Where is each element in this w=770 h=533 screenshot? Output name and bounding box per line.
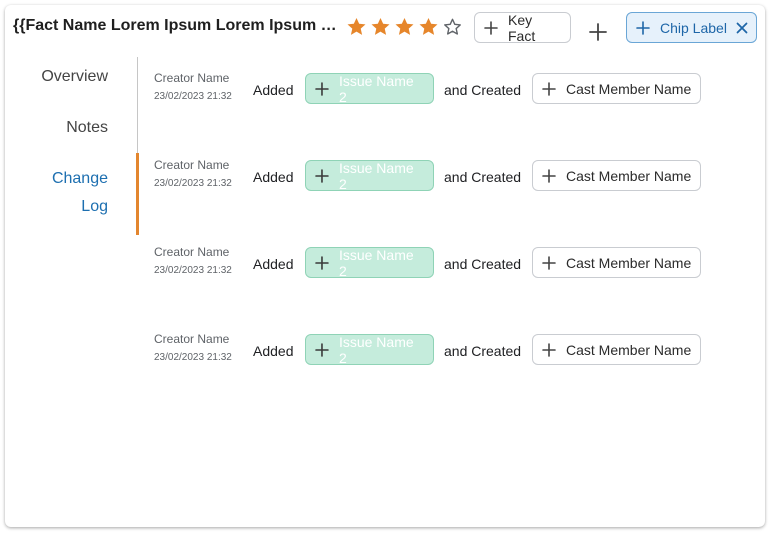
entry-timestamp: 23/02/2023 21:32 [154,352,232,363]
issue-name: Issue Name 2 [338,159,414,192]
action-text: Added [253,256,294,272]
cast-member-name: Cast Member Name [566,80,692,97]
creator-name: Creator Name [154,158,230,172]
side-nav: Overview Notes Change Log [5,51,140,241]
plus-icon [542,81,556,96]
connector-text: and Created [444,82,522,98]
cast-member-name: Cast Member Name [566,254,692,271]
nav-item-overview[interactable]: Overview [41,63,108,91]
plus-icon [636,20,650,35]
star-empty-icon[interactable] [441,16,464,38]
cast-member-button[interactable]: Cast Member Name [532,334,701,365]
star-rating[interactable] [345,16,464,38]
connector-text: and Created [444,169,522,185]
issue-chip[interactable]: Issue Name 2 [305,72,434,105]
action-text: Added [253,169,294,185]
fact-card: {{Fact Name Lorem Ipsum Lorem Ipsum Lore… [5,5,765,527]
creator-name: Creator Name [154,71,230,85]
creator-name: Creator Name [154,332,230,346]
chip[interactable]: Chip Label [626,12,757,43]
fact-title: {{Fact Name Lorem Ipsum Lorem Ipsum Lore… [13,17,338,34]
plus-icon [315,342,329,357]
plus-icon [542,168,556,183]
plus-icon [542,255,556,270]
entry-timestamp: 23/02/2023 21:32 [154,265,232,276]
key-fact-button[interactable]: Key Fact [474,11,571,44]
entry-timestamp: 23/02/2023 21:32 [154,178,232,189]
cast-member-name: Cast Member Name [566,341,692,358]
cast-member-name: Cast Member Name [566,167,692,184]
key-fact-label: Key Fact [508,11,536,44]
nav-item-notes[interactable]: Notes [66,114,108,142]
add-button[interactable] [588,22,608,42]
star-filled-icon[interactable] [369,16,392,38]
nav-item-change-log[interactable]: Change Log [48,165,108,221]
action-text: Added [253,82,294,98]
issue-chip[interactable]: Issue Name 2 [305,246,434,279]
card-header: {{Fact Name Lorem Ipsum Lorem Ipsum Lore… [5,5,765,51]
plus-icon [315,81,329,96]
issue-name: Issue Name 2 [338,246,414,279]
log-entry: Creator Name 23/02/2023 21:32 Added Issu… [154,158,714,196]
log-entry: Creator Name 23/02/2023 21:32 Added Issu… [154,245,714,283]
cast-member-button[interactable]: Cast Member Name [532,247,701,278]
plus-icon [315,168,329,183]
nav-active-indicator [136,153,139,235]
chip-label: Chip Label [660,19,727,36]
log-entry: Creator Name 23/02/2023 21:32 Added Issu… [154,71,714,109]
connector-text: and Created [444,256,522,272]
plus-icon [542,342,556,357]
issue-name: Issue Name 2 [338,72,414,105]
cast-member-button[interactable]: Cast Member Name [532,160,701,191]
close-icon[interactable] [736,22,748,34]
plus-icon [315,255,329,270]
star-filled-icon[interactable] [417,16,440,38]
action-text: Added [253,343,294,359]
connector-text: and Created [444,343,522,359]
star-filled-icon[interactable] [393,16,416,38]
issue-name: Issue Name 2 [338,333,414,366]
issue-chip[interactable]: Issue Name 2 [305,333,434,366]
cast-member-button[interactable]: Cast Member Name [532,73,701,104]
entry-timestamp: 23/02/2023 21:32 [154,91,232,102]
log-entry: Creator Name 23/02/2023 21:32 Added Issu… [154,332,714,370]
issue-chip[interactable]: Issue Name 2 [305,159,434,192]
plus-icon [484,20,498,35]
creator-name: Creator Name [154,245,230,259]
star-filled-icon[interactable] [345,16,368,38]
